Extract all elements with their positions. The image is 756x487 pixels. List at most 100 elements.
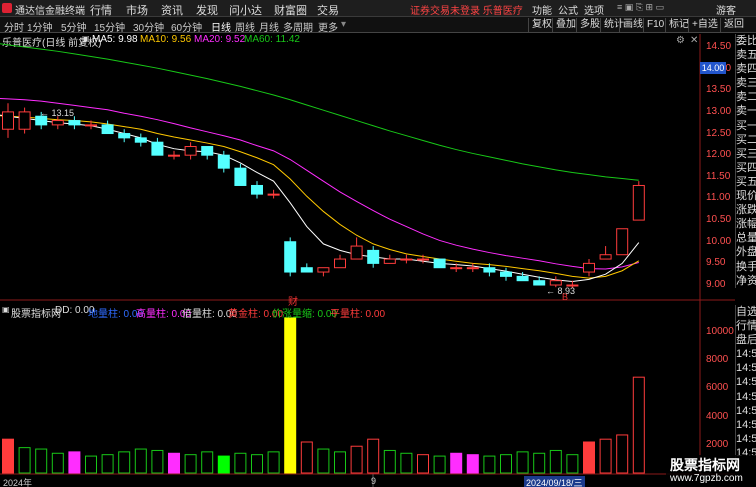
period-30min[interactable]: 30分钟 bbox=[133, 19, 164, 34]
candle[interactable] bbox=[433, 258, 446, 269]
candle[interactable] bbox=[583, 259, 595, 277]
candle[interactable] bbox=[616, 228, 629, 256]
candle[interactable] bbox=[101, 120, 114, 135]
candle[interactable] bbox=[284, 237, 297, 277]
price-axis-tick: 13.00 bbox=[706, 105, 732, 117]
back-button[interactable]: 返回 bbox=[720, 18, 747, 32]
candle[interactable] bbox=[599, 246, 612, 260]
quote-outer-volume: 外盘 bbox=[736, 246, 756, 259]
guest-label[interactable]: 游客 bbox=[716, 2, 736, 17]
volume-axis-tick: 4000 bbox=[706, 410, 729, 422]
candle[interactable] bbox=[317, 267, 330, 277]
period-more[interactable]: 更多 bbox=[318, 19, 338, 34]
kline-chart[interactable] bbox=[0, 33, 735, 487]
candle[interactable] bbox=[18, 107, 31, 134]
adjust-button[interactable]: 复权 bbox=[528, 18, 555, 32]
more-dropdown-icon[interactable]: ▾ bbox=[341, 19, 346, 30]
candle[interactable] bbox=[350, 237, 363, 260]
quote-sell5: 卖五 bbox=[736, 49, 756, 62]
period-timeshare[interactable]: 分时 bbox=[4, 19, 24, 34]
volume-bars bbox=[2, 317, 645, 474]
menu-function[interactable]: 功能 bbox=[532, 2, 552, 17]
candle[interactable] bbox=[383, 254, 396, 264]
menu-wealth-circle[interactable]: 财富圈 bbox=[274, 2, 307, 18]
period-60min[interactable]: 60分钟 bbox=[171, 19, 202, 34]
candle[interactable] bbox=[168, 150, 180, 160]
quote-buy2: 买二 bbox=[736, 133, 756, 146]
period-1min[interactable]: 1分钟 bbox=[27, 19, 53, 34]
date-label-year: 2024年 bbox=[3, 478, 33, 487]
indicator-name[interactable]: 股票指标网 bbox=[11, 305, 61, 320]
period-multi[interactable]: 多周期 bbox=[283, 19, 313, 34]
candle-body bbox=[367, 249, 380, 264]
menu-news[interactable]: 资讯 bbox=[161, 2, 183, 18]
quote-sell2: 卖二 bbox=[736, 91, 756, 104]
candle-body bbox=[168, 154, 180, 157]
period-5min[interactable]: 5分钟 bbox=[61, 19, 87, 34]
period-15min[interactable]: 15分钟 bbox=[94, 19, 125, 34]
tab-quotes[interactable]: 行情 bbox=[736, 319, 756, 333]
volume-bar bbox=[134, 448, 147, 474]
tab-after-hours[interactable]: 盘后 bbox=[736, 333, 756, 347]
menu-market-quotes[interactable]: 行情 bbox=[90, 2, 112, 18]
menu-ask[interactable]: 问小达 bbox=[229, 2, 262, 18]
candle-body bbox=[583, 262, 595, 273]
volume-bar bbox=[101, 454, 114, 474]
menu-bar: 通达信金融终端 行情 市场 资讯 发现 问小达 财富圈 交易 证券交易未登录 乐… bbox=[0, 0, 756, 17]
menu-trade[interactable]: 交易 bbox=[317, 2, 339, 18]
candle[interactable] bbox=[234, 163, 247, 186]
candle-body bbox=[632, 184, 645, 221]
candle[interactable] bbox=[151, 137, 164, 156]
candle[interactable] bbox=[632, 181, 645, 221]
candle[interactable] bbox=[300, 263, 313, 273]
candle[interactable] bbox=[400, 254, 413, 264]
candle[interactable] bbox=[334, 254, 346, 269]
quote-net-assets: 净资 bbox=[736, 274, 756, 287]
volume-bar bbox=[300, 441, 313, 474]
menu-market[interactable]: 市场 bbox=[126, 2, 148, 18]
candle[interactable] bbox=[267, 189, 280, 199]
candle[interactable] bbox=[251, 181, 263, 199]
candle[interactable] bbox=[201, 146, 214, 160]
candle-body bbox=[267, 193, 280, 196]
candle[interactable] bbox=[118, 129, 131, 143]
candle[interactable] bbox=[367, 246, 380, 268]
overlay-button[interactable]: 叠加 bbox=[552, 18, 579, 32]
period-weekly[interactable]: 周线 bbox=[235, 19, 255, 34]
candle-body bbox=[516, 275, 529, 282]
volume-bar bbox=[483, 455, 496, 474]
candle[interactable] bbox=[51, 116, 64, 130]
multi-stock-button[interactable]: 多股 bbox=[576, 18, 603, 32]
tab-watchlist[interactable]: 自选 bbox=[736, 305, 756, 319]
candle-body bbox=[284, 241, 297, 273]
ma20-line bbox=[0, 97, 639, 270]
window-toolbar-icons[interactable]: ≡ ▣ ⎘ ⊞ ▭ bbox=[617, 2, 664, 13]
price-axis-tick: 11.00 bbox=[706, 192, 731, 204]
menu-options[interactable]: 选项 bbox=[584, 2, 604, 17]
draw-line-button[interactable]: 画线 bbox=[619, 18, 646, 32]
f10-button[interactable]: F10 bbox=[643, 18, 667, 32]
volume-bar bbox=[533, 452, 546, 474]
candle[interactable] bbox=[134, 133, 147, 147]
date-label-selected: 2024/09/18/三 bbox=[524, 476, 585, 487]
volume-axis-tick: 8000 bbox=[706, 354, 729, 366]
candle[interactable] bbox=[500, 267, 512, 281]
candle-body bbox=[433, 258, 446, 269]
quote-buy4: 买四 bbox=[736, 161, 756, 174]
period-daily[interactable]: 日线 bbox=[211, 19, 231, 34]
candle[interactable] bbox=[184, 142, 197, 160]
candle[interactable] bbox=[68, 116, 81, 130]
quote-sell1: 卖一 bbox=[736, 105, 756, 118]
add-watchlist-button[interactable]: +自选 bbox=[688, 18, 721, 32]
quote-buy3: 买三 bbox=[736, 147, 756, 160]
period-monthly[interactable]: 月线 bbox=[259, 19, 279, 34]
menu-formula[interactable]: 公式 bbox=[558, 2, 578, 17]
candle[interactable] bbox=[2, 103, 14, 138]
login-notice[interactable]: 证券交易未登录 乐普医疗 bbox=[410, 2, 523, 17]
menu-discover[interactable]: 发现 bbox=[196, 2, 218, 18]
candle-body bbox=[85, 124, 97, 127]
volume-bar bbox=[350, 445, 363, 474]
candle-body bbox=[466, 267, 479, 270]
candle-body bbox=[118, 133, 131, 139]
candle[interactable] bbox=[466, 263, 479, 273]
